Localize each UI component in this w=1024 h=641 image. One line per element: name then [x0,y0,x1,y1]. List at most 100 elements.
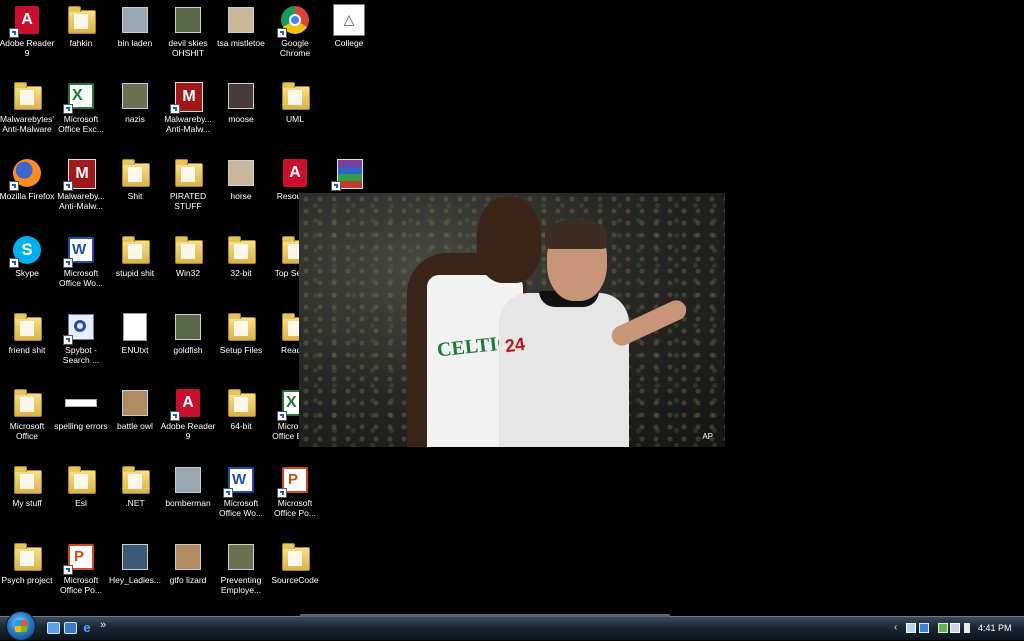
desktop-icon-label: Google Chrome [279,38,311,58]
desktop-icon[interactable]: Malwareby... Anti-Malw... [159,78,217,152]
college-icon [333,4,365,36]
desktop-icon[interactable]: Shit [106,155,164,229]
desktop-icon[interactable]: PIRATED STUFF [159,155,217,229]
desktop-icon[interactable]: Google Chrome [266,2,324,76]
desktop[interactable]: Adobe Reader 9 fahkin bin laden devil skies… [0,0,1024,616]
switch-windows-icon[interactable] [64,622,77,634]
folder-glyph [14,313,42,341]
tray-monitor-icon[interactable] [950,623,960,633]
winrar-icon [331,157,365,191]
desktop-icon[interactable]: Malwarebytes' Anti-Malware [0,78,56,152]
desktop-icon-label: Win32 [175,268,201,278]
photo-credit: AP [702,432,713,441]
desktop-icon[interactable]: Adobe Reader 9 [159,385,217,459]
desktop-icon[interactable]: Spybot - Search ... [52,309,110,383]
desktop-icon[interactable]: Preventing Employe... [212,539,270,613]
desktop-icon[interactable]: My stuff [0,462,56,536]
folder-glyph [14,466,42,494]
desktop-icon[interactable]: College [320,2,378,76]
desktop-icon[interactable]: Adobe Reader 9 [0,2,56,76]
desktop-icon-label: Malwarebytes' Anti-Malware [0,114,55,134]
shortcut-arrow-icon [223,488,233,498]
desktop-icon[interactable]: battle owl [106,385,164,459]
desktop-icon[interactable]: SourceCode [266,539,324,613]
desktop-icon[interactable]: moose [212,78,270,152]
folder-glyph [228,313,256,341]
desktop-icon-label: bomberman [165,498,211,508]
tray-network-icon[interactable] [938,623,948,633]
desktop-icon[interactable]: spelling errors [52,385,110,459]
shortcut-arrow-icon [331,181,341,191]
folder-glyph [122,236,150,264]
desktop-icon[interactable]: Microsoft Office Po... [52,539,110,613]
word-icon [63,234,97,268]
desktop-icon[interactable]: gtfo lizard [159,539,217,613]
desktop-icon-label: Adobe Reader 9 [0,38,55,58]
tray-expand-button[interactable]: ‹ [894,622,897,633]
desktop-icon[interactable]: bin laden [106,2,164,76]
image-icon [172,4,204,36]
folder-icon [225,387,257,419]
desktop-icon[interactable]: UML [266,78,324,152]
desktop-icon[interactable]: Microsoft Office Wo... [52,232,110,306]
desktop-icon-label: Setup Files [219,345,263,355]
desktop-icon-label: Microsoft Office Po... [274,498,316,518]
desktop-icon[interactable]: tsa mistletoe [212,2,270,76]
shortcut-arrow-icon [63,181,73,191]
desktop-icon-label: Esl [75,498,87,508]
shortcut-arrow-icon [63,565,73,575]
desktop-icon-label: SourceCode [271,575,319,585]
quick-launch-more-button[interactable]: » [100,619,106,631]
internet-explorer-icon[interactable]: e [80,621,94,635]
desktop-icon[interactable]: Microsoft Office [0,385,56,459]
desktop-icon[interactable]: Microsoft Office Exc... [52,78,110,152]
desktop-icon[interactable]: bomberman [159,462,217,536]
desktop-icon[interactable]: Esl [52,462,110,536]
desktop-icon[interactable]: fahkin [52,2,110,76]
desktop-icon[interactable]: stupid shit [106,232,164,306]
start-button[interactable] [6,611,36,641]
show-desktop-icon[interactable] [47,622,60,634]
folder-icon [11,387,43,419]
text-file-icon [65,387,97,419]
tray-clock[interactable]: 4:41 PM [978,623,1012,633]
desktop-icon[interactable]: devil skies OHSHIT [159,2,217,76]
desktop-icon[interactable]: Hey_Ladies... [106,539,164,613]
desktop-icon-label: Skype [15,268,39,278]
desktop-icon[interactable]: 32-bit [212,232,270,306]
desktop-icon[interactable]: Skype [0,232,56,306]
folder-icon [172,157,204,189]
desktop-icon[interactable]: friend shit [0,309,56,383]
desktop-icon[interactable]: goldfish [159,309,217,383]
image-glyph [175,7,201,33]
desktop-icon[interactable]: ENUtxt [106,309,164,383]
folder-icon [119,464,151,496]
desktop-icon[interactable]: nazis [106,78,164,152]
folder-glyph [14,389,42,417]
desktop-icon[interactable]: Psych project [0,539,56,613]
desktop-icon[interactable]: .NET [106,462,164,536]
powerpoint-icon [277,464,311,498]
desktop-icon[interactable]: Malwareby... Anti-Malw... [52,155,110,229]
desktop-icon-label: ENUtxt [121,345,149,355]
acrobat-icon [9,4,43,38]
tray-security-icon[interactable] [919,623,929,633]
image-glyph [122,7,148,33]
desktop-icon[interactable]: horse [212,155,270,229]
text-file-glyph [65,399,97,407]
folder-icon [119,234,151,266]
desktop-icon[interactable]: Win32 [159,232,217,306]
desktop-icon[interactable]: Mozilla Firefox [0,155,56,229]
desktop-icon-label: Psych project [1,575,53,585]
image-icon [119,541,151,573]
desktop-icon-label: .NET [125,498,145,508]
tray-volume-icon[interactable] [964,623,970,633]
image-icon [119,80,151,112]
desktop-icon[interactable]: Microsoft Office Po... [266,462,324,536]
desktop-icon[interactable]: Setup Files [212,309,270,383]
desktop-icon[interactable]: Microsoft Office Wo... [212,462,270,536]
desktop-icon-label: bin laden [117,38,153,48]
desktop-icon[interactable]: 64-bit [212,385,270,459]
tray-app-icon[interactable] [906,623,916,633]
taskbar-resize-strip[interactable] [300,614,670,617]
